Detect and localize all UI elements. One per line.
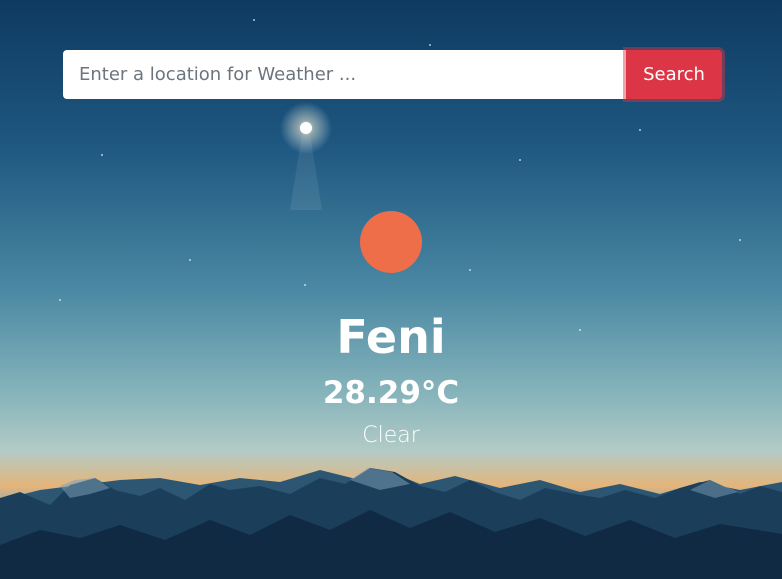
temperature: 28.29°C: [322, 375, 460, 411]
weather-display: Feni 28.29°C Clear: [0, 211, 782, 450]
search-bar: Search: [63, 50, 722, 99]
location-search-input[interactable]: [63, 50, 626, 99]
weather-condition: Clear: [362, 423, 420, 448]
city-name: Feni: [336, 310, 446, 364]
search-button[interactable]: Search: [626, 50, 722, 99]
sun-icon: [360, 211, 422, 273]
